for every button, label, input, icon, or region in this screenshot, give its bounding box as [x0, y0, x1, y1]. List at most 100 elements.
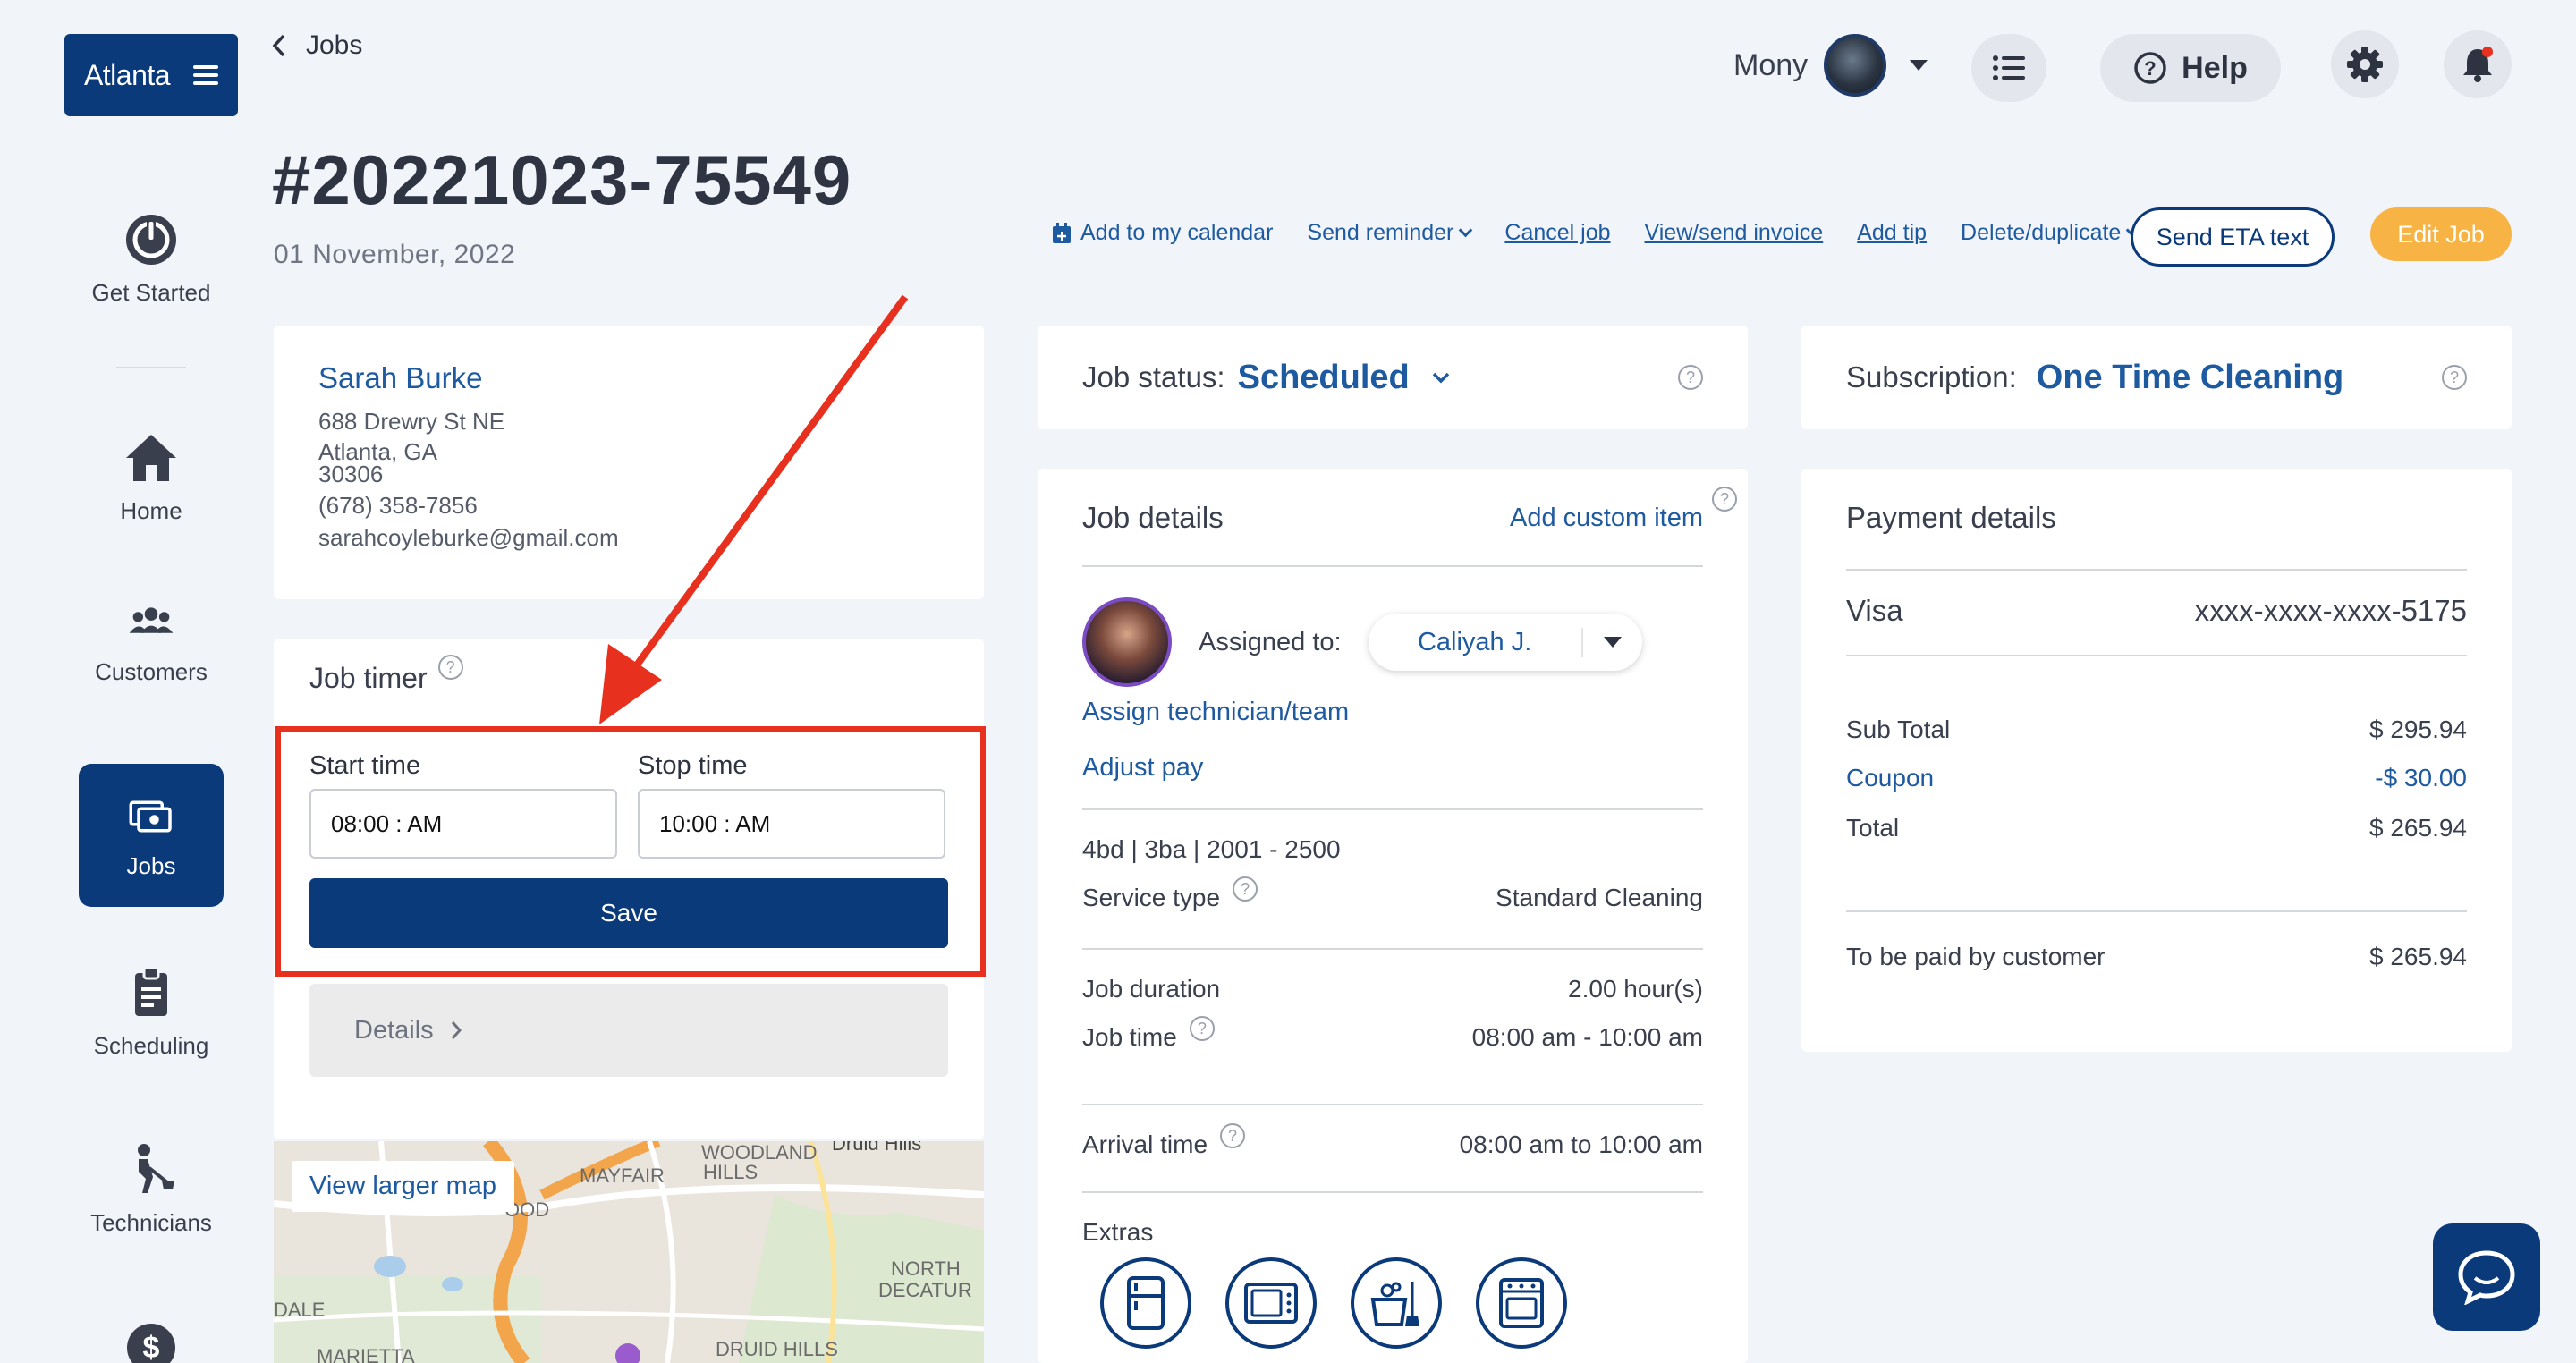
view-invoice-link[interactable]: View/send invoice	[1645, 220, 1824, 246]
send-eta-button[interactable]: Send ETA text	[2131, 207, 2334, 267]
assigned-technician-select[interactable]: Caliyah J.	[1368, 614, 1642, 671]
cancel-job-link[interactable]: Cancel job	[1504, 220, 1610, 246]
job-date: 01 November, 2022	[274, 240, 516, 269]
svg-text:$: $	[143, 1331, 160, 1363]
user-name: Mony	[1733, 47, 1809, 82]
service-type-value: Standard Cleaning	[1496, 884, 1703, 911]
sidebar-item-jobs[interactable]: Jobs	[79, 764, 224, 907]
add-calendar-label: Add to my calendar	[1080, 220, 1274, 245]
map-label-druid-hills-top: Druid Hills	[832, 1141, 921, 1155]
sidebar-item-home[interactable]: Home	[64, 429, 238, 525]
delete-duplicate-dropdown[interactable]: Delete/duplicate	[1961, 220, 2138, 246]
sidebar-item-label: Scheduling	[93, 1032, 209, 1059]
question-icon[interactable]: ?	[1189, 1016, 1215, 1041]
sidebar-item-scheduling[interactable]: Scheduling	[64, 964, 238, 1060]
sidebar-item-label: Jobs	[126, 851, 176, 879]
payment-details-title: Payment details	[1846, 501, 2056, 534]
sidebar-item-get-started[interactable]: Get Started	[64, 211, 238, 307]
settings-button[interactable]	[2331, 30, 2399, 98]
map-label-marietta: MARIETTA	[317, 1345, 415, 1363]
add-calendar-link[interactable]: Add to my calendar	[1052, 220, 1273, 246]
edit-job-button[interactable]: Edit Job	[2370, 207, 2512, 261]
question-icon[interactable]: ?	[1233, 876, 1258, 902]
divider	[1846, 569, 2467, 571]
job-status-value[interactable]: Scheduled	[1238, 359, 1410, 397]
brand-label: Atlanta	[83, 58, 171, 91]
back-label: Jobs	[306, 30, 363, 60]
assigned-technician-value: Caliyah J.	[1368, 627, 1583, 657]
question-icon[interactable]: ?	[437, 655, 463, 680]
job-timer-label: Job timer	[309, 662, 428, 694]
annotation-highlight-box	[275, 726, 986, 977]
job-id-title: #20221023-75549	[272, 140, 852, 219]
assign-technician-link[interactable]: Assign technician/team	[1082, 698, 1703, 727]
coupon-value: -$ 30.00	[2375, 764, 2467, 792]
home-icon	[126, 435, 176, 481]
add-tip-link[interactable]: Add tip	[1857, 220, 1927, 246]
question-icon[interactable]: ?	[1678, 365, 1703, 390]
avatar	[1824, 34, 1887, 97]
card-type: Visa	[1846, 594, 1903, 627]
map-label-decatur: DECATUR	[878, 1279, 972, 1301]
subscription-value[interactable]: One Time Cleaning	[2037, 359, 2343, 397]
details-label: Details	[354, 1015, 434, 1045]
to-be-paid-label: To be paid by customer	[1846, 943, 2106, 970]
chevron-left-icon	[272, 34, 285, 57]
subtotal-label: Sub Total	[1846, 715, 1951, 743]
calendar-plus-icon	[1053, 222, 1071, 243]
back-to-jobs-link[interactable]: Jobs	[272, 30, 362, 61]
hamburger-icon	[193, 65, 219, 85]
adjust-pay-link[interactable]: Adjust pay	[1082, 753, 1703, 783]
job-actions: Add to my calendar Send reminder Cancel …	[1052, 220, 2138, 246]
chat-bubble-icon	[2458, 1250, 2515, 1305]
user-menu[interactable]: Mony	[1733, 34, 1928, 97]
job-time-label: Job time	[1082, 1023, 1177, 1051]
sidebar-item-label: Technicians	[90, 1209, 212, 1236]
technician-avatar	[1082, 597, 1172, 687]
details-toggle[interactable]: Details	[309, 984, 948, 1077]
question-icon[interactable]: ?	[1712, 487, 1737, 512]
help-button[interactable]: ? Help	[2100, 34, 2281, 102]
sidebar-item-customers[interactable]: Customers	[64, 601, 238, 686]
property-size: 4bd | 3ba | 2001 - 2500	[1082, 835, 1341, 863]
job-time-value: 08:00 am - 10:00 am	[1471, 1023, 1703, 1051]
clipboard-icon	[135, 966, 167, 1016]
divider	[1846, 910, 2467, 912]
job-timer-title: Job timer ?	[309, 655, 463, 695]
power-icon	[126, 215, 176, 265]
view-larger-map-link[interactable]: View larger map	[292, 1161, 515, 1212]
subscription-card: Subscription: One Time Cleaning ?	[1801, 326, 2512, 429]
list-view-button[interactable]	[1971, 34, 2046, 102]
add-custom-item-link[interactable]: Add custom item	[1510, 504, 1703, 533]
send-reminder-dropdown[interactable]: Send reminder	[1307, 220, 1470, 246]
question-icon[interactable]: ?	[2442, 365, 2467, 390]
job-duration-value: 2.00 hour(s)	[1568, 975, 1703, 1003]
subscription-label: Subscription:	[1846, 360, 2017, 394]
question-icon[interactable]: ?	[1220, 1123, 1246, 1148]
oven-icon[interactable]	[1476, 1257, 1567, 1349]
total-value: $ 265.94	[2369, 814, 2467, 842]
map-label-mayfair: MAYFAIR	[580, 1164, 665, 1187]
brand-menu-button[interactable]: Atlanta	[64, 34, 238, 116]
dishes-icon[interactable]	[1351, 1257, 1442, 1349]
help-label: Help	[2182, 50, 2248, 85]
chat-button[interactable]	[2433, 1223, 2540, 1331]
chevron-down-icon[interactable]	[1431, 371, 1451, 384]
sidebar-divider	[116, 367, 186, 368]
notifications-button[interactable]	[2444, 30, 2512, 98]
sidebar-item-billing[interactable]: $	[125, 1322, 177, 1363]
gear-icon	[2347, 47, 2383, 82]
sidebar-item-technicians[interactable]: Technicians	[64, 1141, 238, 1237]
total-label: Total	[1846, 814, 1900, 842]
card-number: xxxx-xxxx-xxxx-5175	[2194, 594, 2467, 627]
divider	[1082, 1191, 1703, 1193]
microwave-icon[interactable]	[1225, 1257, 1317, 1349]
job-status-label: Job status:	[1082, 360, 1225, 394]
job-details-card: Job details Add custom item ? Assigned t…	[1038, 469, 1748, 1363]
divider	[1082, 808, 1703, 810]
question-circle-icon: ?	[2134, 52, 2166, 84]
divider	[1082, 1104, 1703, 1105]
arrival-time-label: Arrival time	[1082, 1130, 1208, 1158]
fridge-icon[interactable]	[1100, 1257, 1191, 1349]
subtotal-value: $ 295.94	[2369, 715, 2467, 743]
